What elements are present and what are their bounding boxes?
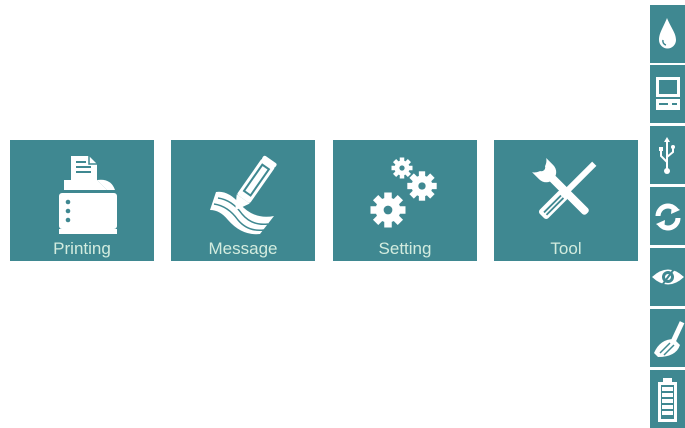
- setting-label: Setting: [378, 239, 432, 258]
- printer-icon: [10, 150, 154, 238]
- printing-label: Printing: [53, 239, 111, 258]
- edit-message-icon: [171, 150, 315, 238]
- ink-drop-icon: [650, 5, 685, 63]
- battery-icon: [650, 370, 685, 428]
- brush-icon: [650, 309, 685, 367]
- sidebar-item-refresh[interactable]: [650, 187, 685, 245]
- sidebar-item-view[interactable]: [650, 248, 685, 306]
- sidebar-item-battery[interactable]: [650, 370, 685, 428]
- eye-icon: [650, 248, 685, 306]
- tool-label: Tool: [550, 239, 582, 258]
- refresh-icon: [650, 187, 685, 245]
- message-tile[interactable]: Message: [171, 140, 315, 261]
- gears-icon: [333, 150, 477, 238]
- sidebar-item-computer[interactable]: [650, 65, 685, 123]
- sidebar-item-usb[interactable]: [650, 126, 685, 184]
- sidebar-item-clean[interactable]: [650, 309, 685, 367]
- setting-tile[interactable]: Setting: [333, 140, 477, 261]
- printing-tile[interactable]: Printing: [10, 140, 154, 261]
- message-label: Message: [208, 239, 278, 258]
- tool-tile[interactable]: Tool: [494, 140, 638, 261]
- tools-icon: [494, 150, 638, 238]
- computer-icon: [650, 65, 685, 123]
- right-sidebar: [650, 5, 685, 428]
- sidebar-item-ink[interactable]: [650, 5, 685, 63]
- usb-icon: [650, 126, 685, 184]
